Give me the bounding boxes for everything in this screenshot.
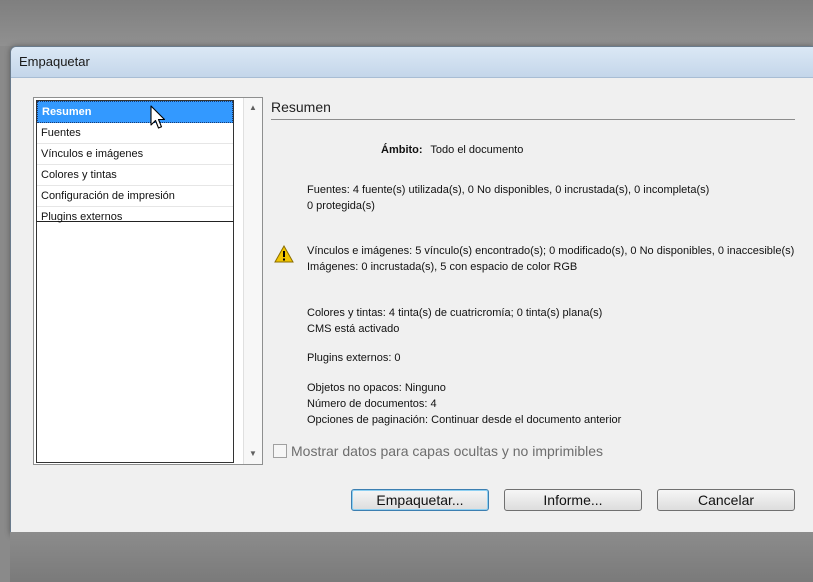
triangle-down-icon[interactable]: ▼ [244,446,262,462]
report-button[interactable]: Informe... [504,489,642,511]
hidden-layers-option[interactable]: Mostrar datos para capas ocultas y no im… [273,443,603,459]
category-items: Resumen Fuentes Vínculos e imágenes Colo… [36,100,234,223]
cancel-button[interactable]: Cancelar [657,489,795,511]
colors-line-2: CMS está activado [307,323,400,335]
fonts-info: Fuentes: 4 fuente(s) utilizada(s), 0 No … [307,182,709,214]
dialog-title: Empaquetar [19,54,90,69]
fonts-line-2: 0 protegida(s) [307,200,375,212]
fonts-line-1: Fuentes: 4 fuente(s) utilizada(s), 0 No … [307,184,710,196]
hidden-layers-checkbox[interactable] [273,444,287,458]
package-button[interactable]: Empaquetar... [351,489,489,511]
category-item-impresion[interactable]: Configuración de impresión [37,186,233,207]
category-item-fuentes[interactable]: Fuentes [37,123,233,144]
links-line-1: Vínculos e imágenes: 5 vínculo(s) encont… [307,245,795,257]
category-list-empty-area [36,222,234,463]
hidden-layers-label: Mostrar datos para capas ocultas y no im… [291,443,604,459]
category-list[interactable]: Resumen Fuentes Vínculos e imágenes Colo… [33,97,263,465]
scope-value: Todo el documento [430,144,524,156]
package-dialog: Empaquetar Resumen Fuentes Vínculos e im… [10,46,813,536]
links-line-2: Imágenes: 0 incrustada(s), 5 con espacio… [307,261,578,273]
links-info: Vínculos e imágenes: 5 vínculo(s) encont… [307,243,794,275]
category-item-colores[interactable]: Colores y tintas [37,165,233,186]
triangle-up-icon[interactable]: ▲ [244,100,262,116]
pagination-line: Opciones de paginación: Continuar desde … [307,414,622,426]
scope-row: Ámbito: Todo el documento [381,144,523,156]
desktop-backdrop [0,0,813,46]
window-background [10,532,813,582]
plugins-info: Plugins externos: 0 [307,350,401,366]
colors-info: Colores y tintas: 4 tinta(s) de cuatricr… [307,305,602,337]
category-item-vinculos[interactable]: Vínculos e imágenes [37,144,233,165]
plugins-line: Plugins externos: 0 [307,352,401,364]
opaque-objects-line: Objetos no opacos: Ninguno [307,382,446,394]
scope-label: Ámbito: [381,144,423,156]
document-info: Objetos no opacos: Ninguno Número de doc… [307,380,621,428]
summary-title: Resumen [271,99,331,115]
colors-line-1: Colores y tintas: 4 tinta(s) de cuatricr… [307,307,603,319]
mouse-pointer-icon [150,105,166,129]
dialog-titlebar[interactable]: Empaquetar [11,47,813,78]
document-count-line: Número de documentos: 4 [307,398,437,410]
category-item-resumen[interactable]: Resumen [37,101,233,123]
warning-triangle-icon [274,245,294,263]
summary-divider [271,119,795,120]
category-scrollbar[interactable]: ▲ ▼ [243,98,262,464]
